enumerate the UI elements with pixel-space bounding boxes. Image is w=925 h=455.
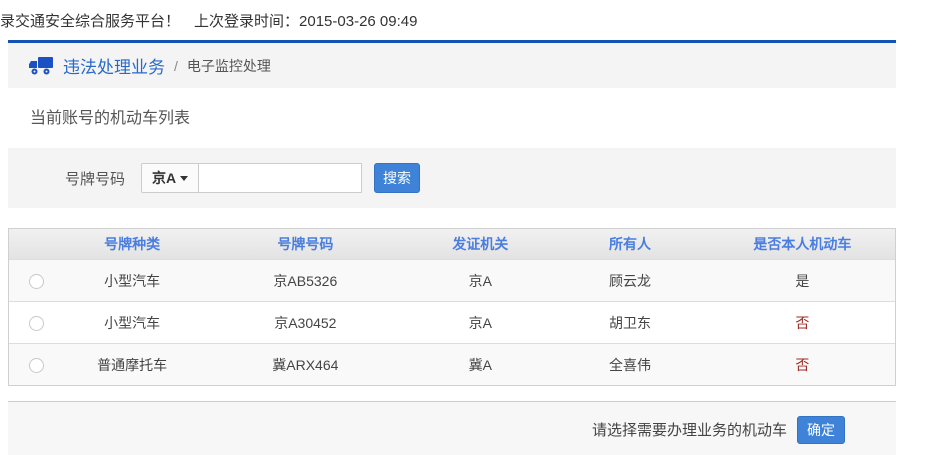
vehicle-table: 号牌种类 号牌号码 发证机关 所有人 是否本人机动车 小型汽车 京AB5326 …	[8, 228, 896, 386]
cell-is-own-vehicle: 否	[710, 355, 895, 375]
header-plate-type: 号牌种类	[64, 234, 200, 254]
select-vehicle-hint: 请选择需要办理业务的机动车	[592, 419, 787, 440]
cell-issuing-authority: 京A	[410, 271, 550, 291]
breadcrumb-link-violation-business[interactable]: 违法处理业务	[63, 53, 165, 78]
cell-plate-type: 普通摩托车	[64, 355, 200, 375]
welcome-text: 录交通安全综合服务平台！	[0, 13, 180, 30]
topbar: 录交通安全综合服务平台！ 上次登录时间：2015-03-26 09:49	[0, 0, 925, 40]
table-row: 普通摩托车 冀ARX464 冀A 全喜伟 否	[9, 343, 895, 385]
cell-plate-number: 京A30452	[200, 313, 410, 333]
truck-icon	[28, 56, 54, 76]
cell-owner: 胡卫东	[550, 313, 709, 333]
cell-plate-type: 小型汽车	[64, 271, 200, 291]
cell-is-own-vehicle: 否	[710, 313, 895, 333]
cell-owner: 全喜伟	[550, 355, 709, 375]
table-row: 小型汽车 京AB5326 京A 顾云龙 是	[9, 259, 895, 301]
breadcrumb-current-page: 电子监控处理	[187, 56, 271, 76]
breadcrumb: 违法处理业务 / 电子监控处理	[8, 40, 896, 88]
confirm-button[interactable]: 确定	[797, 416, 845, 444]
vehicle-radio[interactable]	[29, 358, 44, 373]
last-login-label: 上次登录时间：	[194, 13, 299, 30]
section-title: 当前账号的机动车列表	[30, 104, 896, 126]
vehicle-radio[interactable]	[29, 274, 44, 289]
header-is-own-vehicle: 是否本人机动车	[710, 234, 895, 254]
chevron-down-icon	[180, 176, 188, 181]
header-plate-number: 号牌号码	[200, 234, 410, 254]
breadcrumb-separator: /	[174, 58, 178, 74]
plate-number-input[interactable]	[199, 163, 362, 193]
cell-owner: 顾云龙	[550, 271, 709, 291]
last-login-time: 2015-03-26 09:49	[299, 13, 417, 30]
header-issuing-authority: 发证机关	[410, 234, 550, 254]
cell-issuing-authority: 冀A	[410, 355, 550, 375]
table-header-row: 号牌种类 号牌号码 发证机关 所有人 是否本人机动车	[9, 229, 895, 259]
search-bar: 号牌号码 京A 搜索	[8, 148, 896, 208]
table-row: 小型汽车 京A30452 京A 胡卫东 否	[9, 301, 895, 343]
header-owner: 所有人	[550, 234, 709, 254]
plate-prefix-value: 京A	[152, 168, 176, 188]
cell-plate-number: 冀ARX464	[200, 355, 410, 375]
vehicle-radio[interactable]	[29, 316, 44, 331]
plate-number-label: 号牌号码	[65, 168, 125, 189]
cell-plate-number: 京AB5326	[200, 271, 410, 291]
footer-bar: 请选择需要办理业务的机动车 确定	[8, 401, 896, 455]
cell-issuing-authority: 京A	[410, 313, 550, 333]
main-panel: 违法处理业务 / 电子监控处理 当前账号的机动车列表 号牌号码 京A 搜索 号牌…	[8, 40, 896, 455]
cell-is-own-vehicle: 是	[710, 271, 895, 291]
plate-prefix-dropdown[interactable]: 京A	[141, 163, 199, 193]
cell-plate-type: 小型汽车	[64, 313, 200, 333]
search-button[interactable]: 搜索	[374, 163, 420, 193]
